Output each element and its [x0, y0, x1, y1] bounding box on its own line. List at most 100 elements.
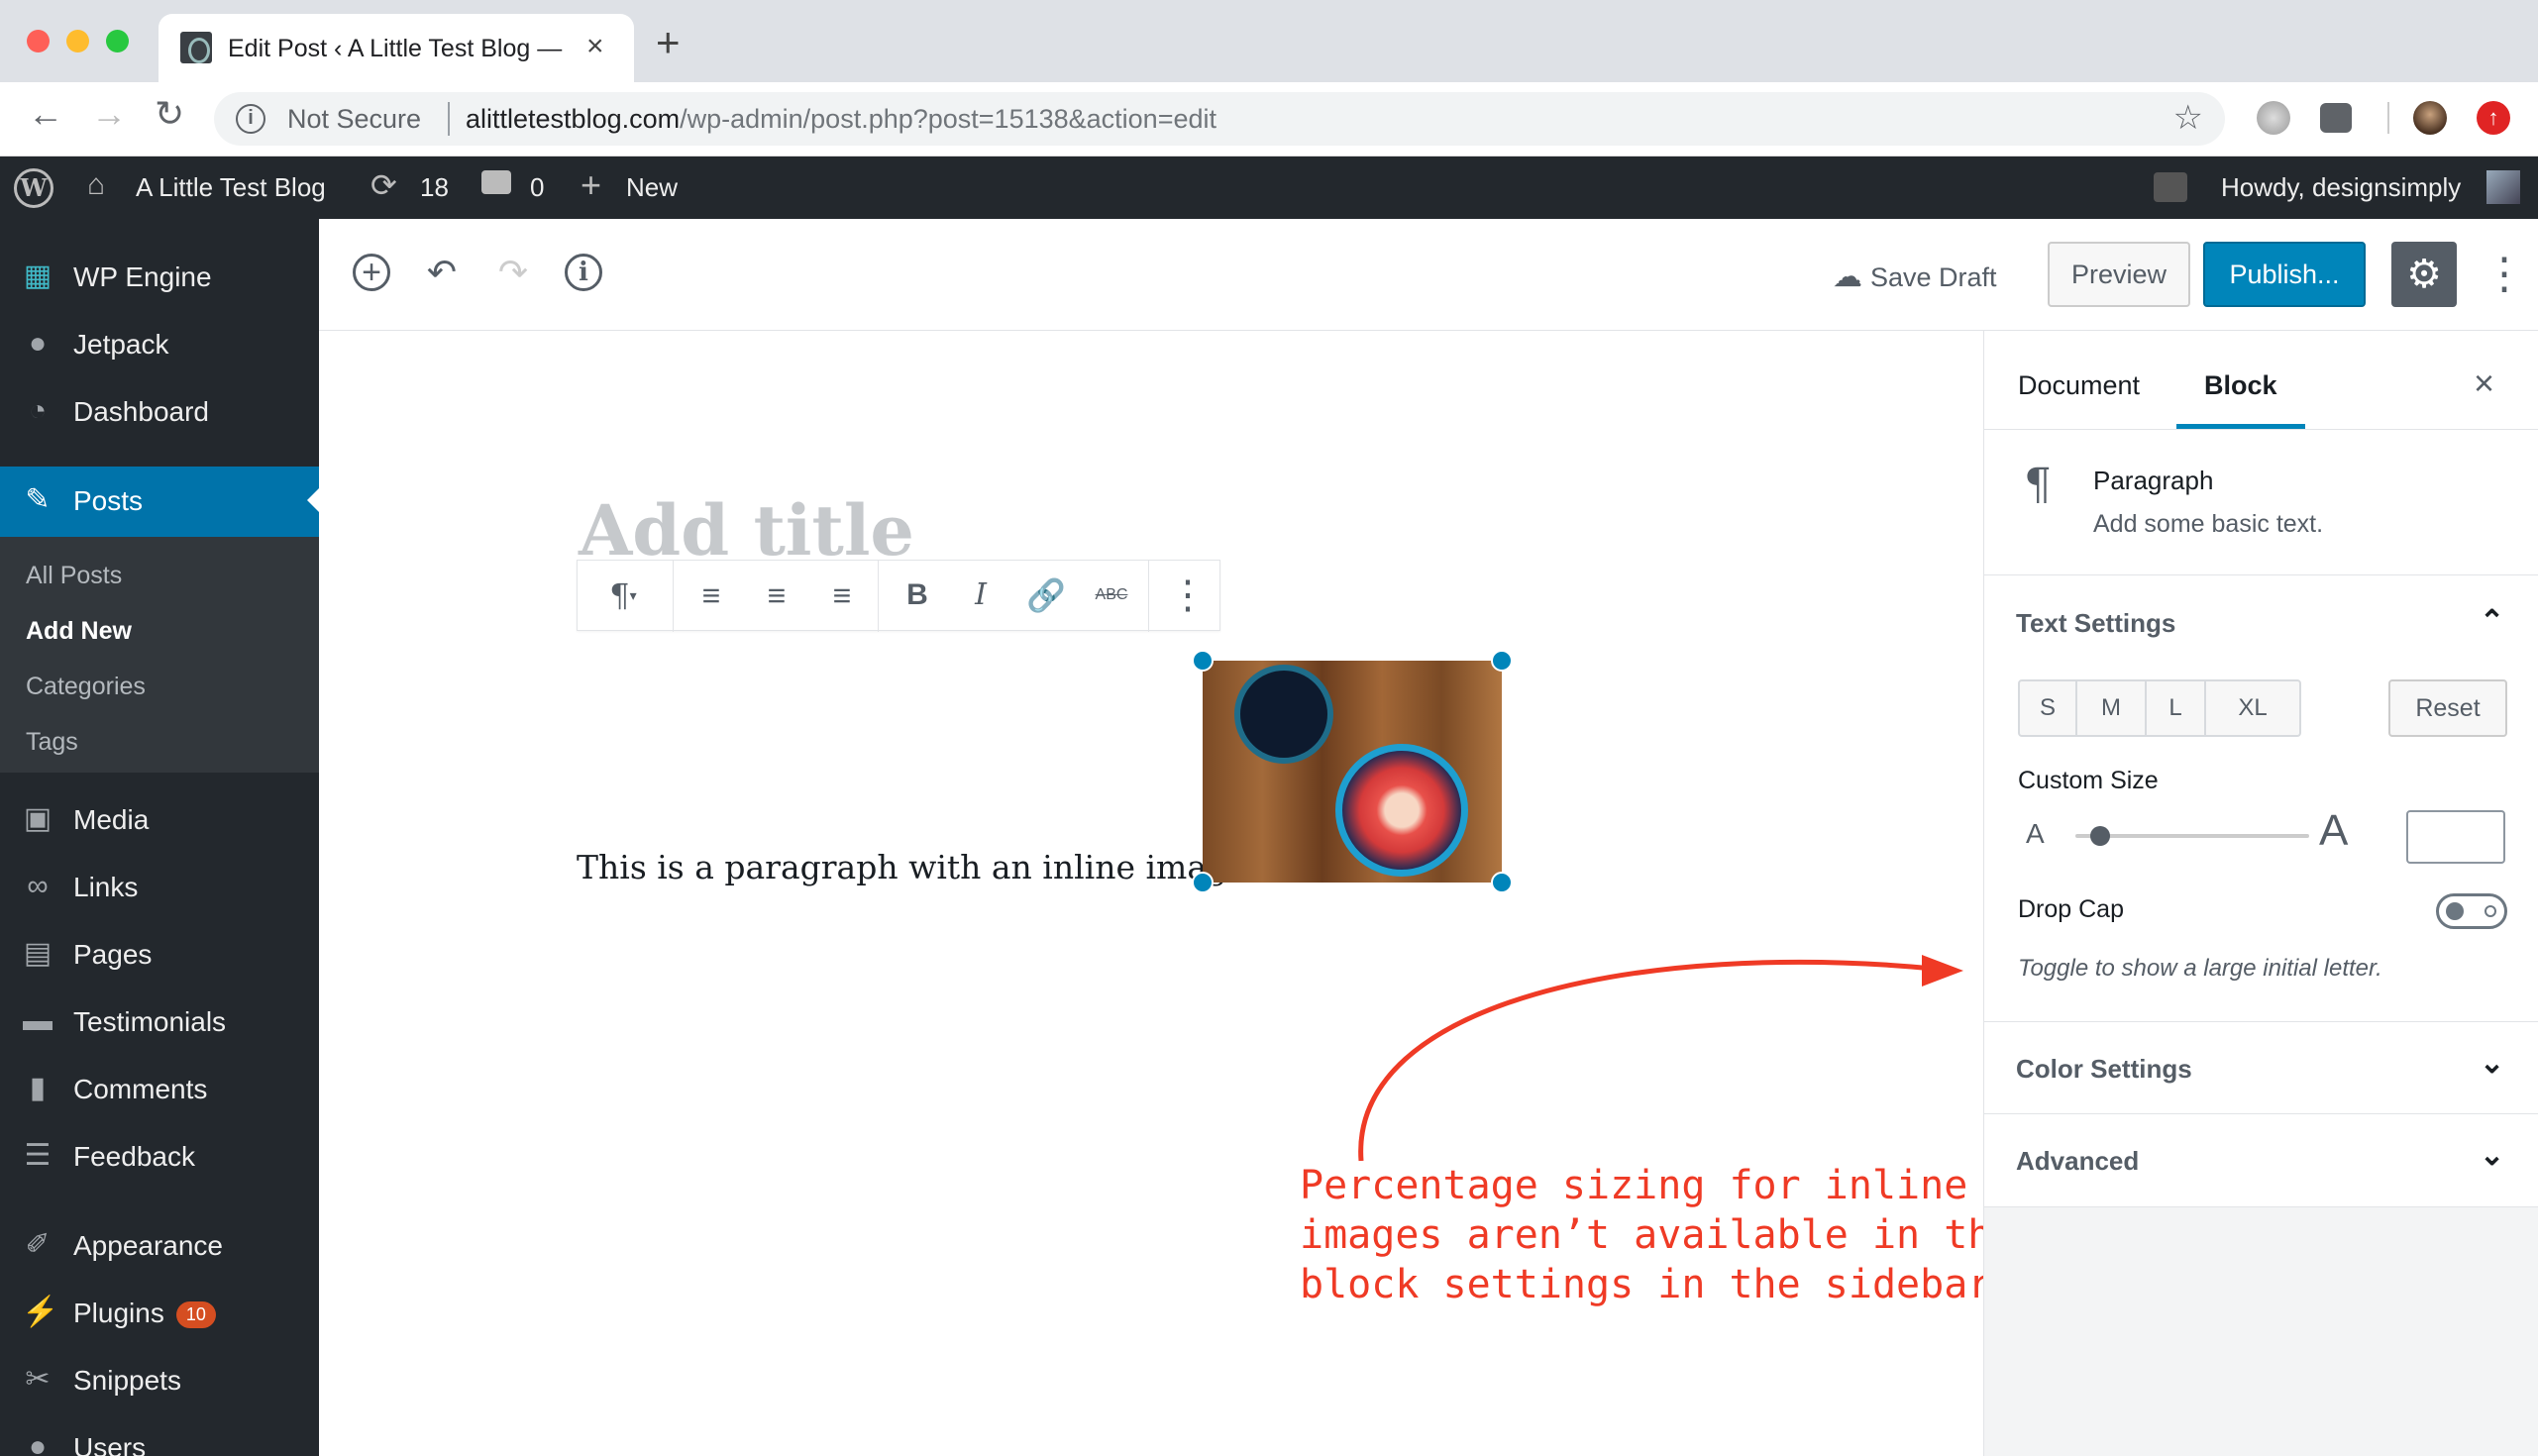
sidebar-item-media[interactable]: ▣ Media	[0, 785, 319, 853]
tab-close-icon[interactable]: ×	[586, 30, 604, 63]
drop-cap-toggle[interactable]	[2436, 893, 2507, 929]
comments-count[interactable]: 0	[530, 172, 544, 203]
resize-handle-bottom-left[interactable]	[1192, 872, 1214, 893]
zoom-window-button[interactable]	[106, 30, 129, 52]
sidebar-item-dashboard[interactable]: ◔ Dashboard	[0, 377, 319, 445]
blueberry-bowl	[1234, 665, 1333, 764]
resize-handle-top-left[interactable]	[1192, 650, 1214, 672]
close-window-button[interactable]	[27, 30, 50, 52]
publish-button[interactable]: Publish...	[2203, 242, 2366, 307]
sidebar-item-feedback[interactable]: ☰ Feedback	[0, 1122, 319, 1190]
sidebar-item-users[interactable]: ● Users	[0, 1413, 319, 1456]
grid-icon: ▦	[23, 260, 53, 292]
address-bar[interactable]: i Not Secure alittletestblog.com/wp-admi…	[214, 92, 2225, 146]
site-name-link[interactable]: A Little Test Blog	[136, 172, 326, 203]
sidebar-item-snippets[interactable]: ✂ Snippets	[0, 1346, 319, 1413]
back-arrow-icon[interactable]: ←	[28, 96, 63, 132]
italic-icon[interactable]: I	[958, 574, 1004, 616]
sidebar-item-comments[interactable]: ▮ Comments	[0, 1055, 319, 1122]
browser-tab[interactable]: Edit Post ‹ A Little Test Blog — ×	[159, 14, 634, 82]
submenu-add-new[interactable]: Add New	[26, 617, 132, 646]
strikethrough-icon[interactable]: ABC	[1087, 574, 1136, 616]
add-block-icon[interactable]: +	[353, 254, 390, 291]
chevron-down-icon[interactable]: ⌄	[2480, 1138, 2504, 1173]
link-icon: ∞	[27, 870, 49, 902]
reload-icon[interactable]: ↻	[155, 96, 184, 132]
bookmark-star-icon[interactable]: ☆	[2173, 98, 2203, 138]
new-tab-button[interactable]: +	[656, 22, 681, 63]
slider-thumb[interactable]	[2090, 826, 2110, 846]
forward-arrow-icon[interactable]: →	[91, 96, 127, 132]
align-left-icon[interactable]: ≡	[688, 574, 734, 616]
notification-icon[interactable]	[2154, 172, 2187, 202]
sidebar-item-appearance[interactable]: ✐ Appearance	[0, 1211, 319, 1279]
howdy-user-link[interactable]: Howdy, designsimply	[2221, 172, 2461, 203]
undo-icon[interactable]: ↶	[420, 251, 464, 294]
pocket-extension-icon[interactable]	[2320, 103, 2352, 133]
resize-handle-top-right[interactable]	[1491, 650, 1513, 672]
chevron-down-icon[interactable]: ⌄	[2480, 1046, 2504, 1081]
divider	[1984, 1021, 2538, 1022]
sidebar-item-jetpack[interactable]: ● Jetpack	[0, 310, 319, 377]
size-l-button[interactable]: L	[2147, 681, 2206, 735]
bold-icon[interactable]: B	[895, 574, 940, 616]
sidebar-item-testimonials[interactable]: ▬ Testimonials	[0, 988, 319, 1055]
resize-handle-bottom-right[interactable]	[1491, 872, 1513, 893]
sidebar-item-label: Jetpack	[73, 329, 169, 360]
comment-bubble-icon[interactable]	[481, 170, 511, 194]
save-draft-button[interactable]: ☁ Save Draft	[1833, 260, 1997, 294]
posts-submenu: All Posts Add New Categories Tags	[0, 537, 319, 773]
wordpress-logo-icon[interactable]: W	[14, 168, 53, 208]
preview-button[interactable]: Preview	[2048, 242, 2190, 307]
submenu-all-posts[interactable]: All Posts	[26, 562, 122, 590]
sidebar-item-posts[interactable]: ✎ Posts	[0, 467, 319, 537]
size-xl-button[interactable]: XL	[2206, 681, 2299, 735]
link-icon[interactable]: 🔗	[1021, 574, 1071, 616]
profile-avatar[interactable]	[2413, 101, 2447, 135]
sidebar-item-plugins[interactable]: ⚡ Plugins 10	[0, 1279, 319, 1346]
color-settings-toggle[interactable]: Color Settings	[2016, 1054, 2192, 1085]
browser-toolbar: ← → ↻ i Not Secure alittletestblog.com/w…	[0, 82, 2538, 156]
inline-image[interactable]	[1203, 661, 1502, 883]
info-icon[interactable]: i	[236, 104, 265, 134]
custom-size-input[interactable]	[2406, 810, 2505, 864]
globe-extension-icon[interactable]	[2257, 101, 2290, 135]
info-circle-icon[interactable]: i	[565, 254, 602, 291]
align-center-icon[interactable]: ≡	[754, 574, 799, 616]
security-label: Not Secure	[287, 104, 422, 134]
paragraph-transform-icon[interactable]: ¶▾	[593, 574, 653, 616]
font-size-picker: S M L XL	[2018, 679, 2301, 737]
new-content-link[interactable]: New	[626, 172, 678, 203]
bolt-icon: ●	[28, 327, 48, 360]
block-more-options-icon[interactable]: ⋮	[1168, 574, 1208, 616]
more-options-icon[interactable]: ⋮	[2483, 249, 2526, 299]
toolbar-divider	[1148, 561, 1149, 632]
sidebar-item-links[interactable]: ∞ Links	[0, 853, 319, 920]
settings-panel: Document Block × ¶ Paragraph Add some ba…	[1984, 331, 2538, 1207]
size-s-button[interactable]: S	[2020, 681, 2077, 735]
tab-document[interactable]: Document	[2018, 370, 2140, 401]
size-m-button[interactable]: M	[2077, 681, 2147, 735]
chevron-up-icon[interactable]: ⌃	[2480, 604, 2504, 639]
submenu-tags[interactable]: Tags	[26, 728, 78, 757]
advanced-toggle[interactable]: Advanced	[2016, 1146, 2139, 1177]
text-settings-toggle[interactable]: Text Settings	[2016, 608, 2175, 639]
redo-icon[interactable]: ↷	[491, 251, 535, 294]
submenu-categories[interactable]: Categories	[26, 673, 146, 701]
sidebar-item-pages[interactable]: ▤ Pages	[0, 920, 319, 988]
reset-button[interactable]: Reset	[2388, 679, 2507, 737]
gear-icon[interactable]: ⚙	[2391, 242, 2457, 307]
update-icon[interactable]: ↑	[2477, 101, 2510, 135]
sidebar-item-wp-engine[interactable]: ▦ WP Engine	[0, 243, 319, 310]
font-size-slider[interactable]	[2075, 834, 2309, 838]
align-right-icon[interactable]: ≡	[819, 574, 865, 616]
updates-count[interactable]: 18	[420, 172, 449, 203]
url-text[interactable]: alittletestblog.com/wp-admin/post.php?po…	[466, 104, 1216, 135]
minimize-window-button[interactable]	[66, 30, 89, 52]
plus-icon[interactable]: +	[581, 164, 601, 206]
paragraph-block[interactable]: This is a paragraph with an inline image…	[577, 848, 1257, 886]
user-avatar[interactable]	[2486, 170, 2520, 204]
close-icon[interactable]: ×	[2474, 363, 2494, 404]
tab-block[interactable]: Block	[2204, 370, 2277, 401]
updates-icon[interactable]: ⟳	[370, 166, 397, 204]
